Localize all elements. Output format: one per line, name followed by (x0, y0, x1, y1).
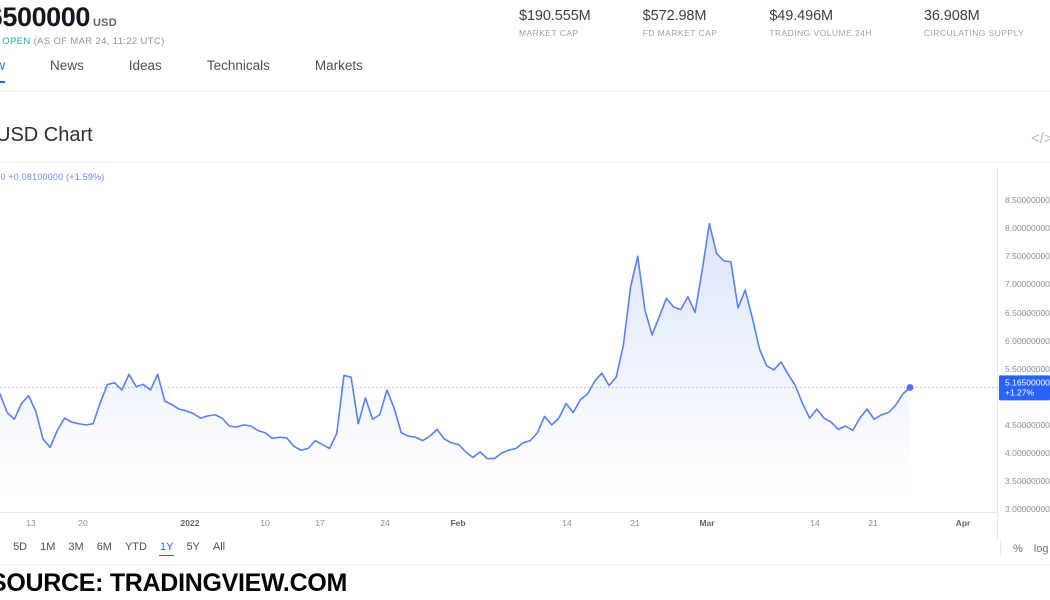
stat-value: $49.496M (769, 8, 872, 24)
x-axis-tick: 14 (810, 518, 819, 528)
chart-svg (0, 168, 997, 512)
stat-value: $572.98M (643, 8, 718, 24)
key-stats-row: $190.555M MARKET CAP $572.98M FD MARKET … (519, 8, 1050, 38)
embed-code-icon[interactable]: </> (1031, 131, 1050, 146)
scale-options: % log (1000, 541, 1050, 556)
y-axis-tick: 3.00000000 (1005, 504, 1050, 514)
tab-ideas[interactable]: Ideas (129, 58, 162, 83)
x-axis-tick: 24 (380, 518, 389, 528)
y-axis-tick: 7.50000000 (1005, 251, 1050, 261)
nav-tabs: erview News Ideas Technicals Markets (0, 58, 1050, 92)
page-header: .16500000 USD ARKET OPEN (AS OF MAR 24, … (0, 0, 1050, 56)
stat-value: $190.555M (519, 8, 591, 24)
stat-label: FD MARKET CAP (643, 28, 718, 38)
log-scale-button[interactable]: log (1034, 543, 1049, 555)
chart-area-fill (0, 224, 910, 512)
range-button-3m[interactable]: 3M (68, 541, 83, 556)
stat-label: MARKET CAP (519, 28, 591, 38)
panel-divider (0, 162, 1050, 163)
source-text: SOURCE: TRADINGVIEW.COM (0, 569, 347, 598)
price-chart[interactable] (0, 168, 997, 512)
tab-markets[interactable]: Markets (315, 58, 363, 83)
y-axis-tick: 8.50000000 (1005, 195, 1050, 205)
price-currency: USD (93, 17, 117, 29)
x-axis-tick: Apr (956, 518, 971, 528)
x-axis[interactable]: 13 20 2022 10 17 24 Feb 14 21 Mar 14 21 Apr (0, 512, 997, 536)
x-axis-tick: Mar (699, 518, 714, 528)
chart-toolbar: 1D5D1M3M6MYTD1Y5YAll % log (0, 538, 1050, 564)
current-price-badge: 5.16500000 +1.27% (999, 375, 1050, 400)
source-banner: SOURCE: TRADINGVIEW.COM (0, 566, 1050, 600)
price-block: .16500000 USD ARKET OPEN (AS OF MAR 24, … (0, 2, 165, 47)
x-axis-line (0, 512, 997, 513)
y-axis-tick: 8.00000000 (1005, 223, 1050, 233)
last-price-dot (907, 384, 914, 391)
y-axis-tick: 6.00000000 (1005, 336, 1050, 346)
market-status-row: ARKET OPEN (AS OF MAR 24, 11:22 UTC) (0, 36, 165, 47)
range-button-5y[interactable]: 5Y (186, 541, 199, 556)
x-axis-tick: 21 (630, 518, 639, 528)
tab-news[interactable]: News (50, 58, 84, 83)
toolbar-divider (1000, 541, 1001, 556)
y-axis-tick: 5.50000000 (1005, 364, 1050, 374)
y-axis[interactable]: 8.50000000 8.00000000 7.50000000 7.00000000… (997, 168, 1050, 540)
page-title: PI3USD Chart (0, 124, 93, 147)
y-axis-tick: 7.00000000 (1005, 279, 1050, 289)
x-axis-tick: 20 (78, 518, 87, 528)
y-axis-line (997, 168, 998, 540)
range-button-ytd[interactable]: YTD (125, 541, 147, 556)
stat-circulating-supply: 36.908M CIRCULATING SUPPLY (924, 8, 1024, 38)
range-button-1y[interactable]: 1Y (160, 541, 173, 556)
y-axis-tick: 4.00000000 (1005, 448, 1050, 458)
range-button-1m[interactable]: 1M (40, 541, 55, 556)
stat-label: TRADING VOLUME 24H (769, 28, 872, 38)
stat-value: 36.908M (924, 8, 1024, 24)
percent-scale-button[interactable]: % (1013, 543, 1023, 555)
x-axis-tick: Feb (450, 518, 465, 528)
y-axis-tick: 3.50000000 (1005, 476, 1050, 486)
toolbar-divider-line (0, 564, 1050, 565)
range-button-all[interactable]: All (213, 541, 225, 556)
market-status-label: ARKET OPEN (0, 36, 31, 47)
x-axis-tick: 21 (868, 518, 877, 528)
tab-technicals[interactable]: Technicals (207, 58, 270, 83)
market-status-timestamp: (AS OF MAR 24, 11:22 UTC) (34, 36, 165, 47)
y-axis-tick: 4.50000000 (1005, 420, 1050, 430)
x-axis-tick: 2022 (181, 518, 200, 528)
tradingview-chart-screenshot: .16500000 USD ARKET OPEN (AS OF MAR 24, … (0, 0, 1050, 600)
tabs-divider (0, 91, 1050, 92)
time-range-selector[interactable]: 1D5D1M3M6MYTD1Y5YAll (0, 541, 238, 556)
x-axis-tick: 10 (260, 518, 269, 528)
current-price: .16500000 (0, 2, 90, 33)
tab-overview[interactable]: erview (0, 58, 5, 83)
x-axis-tick: 13 (26, 518, 35, 528)
badge-price: 5.16500000 (1005, 377, 1050, 388)
price-row: .16500000 USD (0, 2, 165, 33)
stat-trading-volume: $49.496M TRADING VOLUME 24H (769, 8, 872, 38)
badge-change: +1.27% (1005, 388, 1050, 399)
stat-market-cap: $190.555M MARKET CAP (519, 8, 591, 38)
x-axis-tick: 17 (315, 518, 324, 528)
range-button-6m[interactable]: 6M (97, 541, 112, 556)
y-axis-tick: 6.50000000 (1005, 308, 1050, 318)
stat-label: CIRCULATING SUPPLY (924, 28, 1024, 38)
x-axis-tick: 14 (562, 518, 571, 528)
range-button-5d[interactable]: 5D (13, 541, 27, 556)
stat-fd-market-cap: $572.98M FD MARKET CAP (643, 8, 718, 38)
